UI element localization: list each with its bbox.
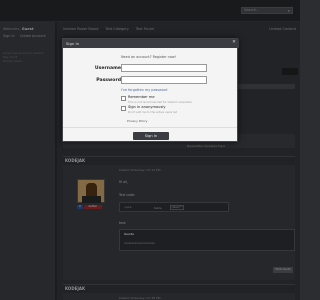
register-link[interactable]: Need an account? Register now!: [121, 55, 176, 59]
username-label: Username: [94, 66, 121, 71]
privacy-policy-link[interactable]: Privacy Policy: [127, 119, 147, 123]
modal-title: Sign In: [66, 41, 80, 46]
username-field[interactable]: [121, 64, 207, 72]
anonymous-description: Don't add me to the active users list: [128, 109, 178, 114]
remember-me-label: Remember me: [128, 95, 155, 99]
anonymous-label: Sign in anonymously: [128, 105, 166, 109]
anonymous-checkbox[interactable]: [121, 106, 126, 111]
close-icon[interactable]: ✕: [231, 40, 237, 46]
modal-header: Sign In ✕: [63, 39, 239, 48]
remember-me-checkbox[interactable]: [121, 96, 126, 101]
password-label: Password: [96, 78, 121, 83]
sign-in-modal: Sign In ✕ Need an account? Register now!…: [62, 38, 239, 142]
remember-me-description: This is not recommended for shared compu…: [128, 99, 192, 104]
forgot-password-link[interactable]: I've forgotten my password: [121, 88, 167, 92]
modal-divider: [63, 127, 237, 128]
password-field[interactable]: [121, 76, 207, 84]
sign-in-button[interactable]: Sign In: [133, 132, 169, 140]
